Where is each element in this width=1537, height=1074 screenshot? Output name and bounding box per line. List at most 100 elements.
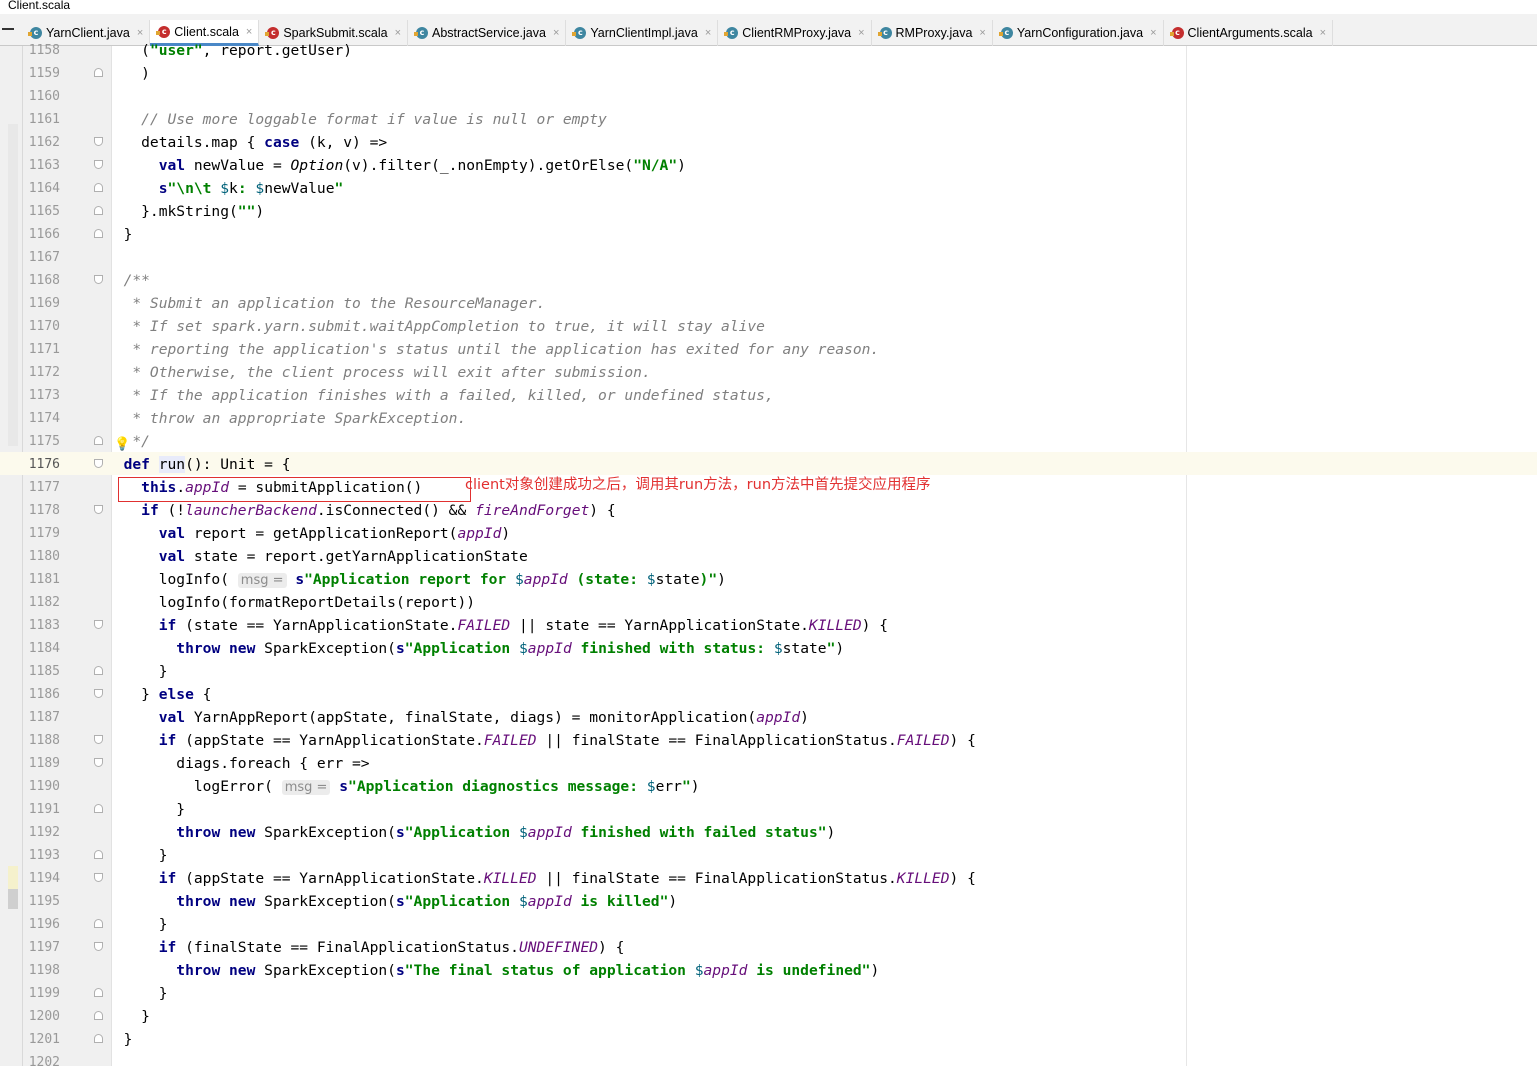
line-number: 1182: [28, 595, 60, 610]
fold-collapse-icon[interactable]: [94, 666, 103, 675]
fold-expand-icon[interactable]: [94, 620, 103, 629]
code-text: }: [106, 916, 168, 933]
code-line[interactable]: 1159 ): [0, 62, 1537, 85]
code-line[interactable]: 1201 }: [0, 1028, 1537, 1051]
code-line[interactable]: 1166 }: [0, 223, 1537, 246]
close-icon[interactable]: ×: [137, 27, 143, 39]
line-number: 1187: [28, 710, 60, 725]
fold-expand-icon[interactable]: [94, 735, 103, 744]
code-editor[interactable]: 1158 ("user", report.getUser) 1159 ) 1160 1…: [0, 39, 1537, 1074]
fold-expand-icon[interactable]: [94, 758, 103, 767]
code-line[interactable]: 1173 * If the application finishes with …: [0, 384, 1537, 407]
code-text: logError( msg = s"Application diagnostic…: [106, 778, 700, 795]
close-icon[interactable]: ×: [858, 27, 864, 39]
code-line[interactable]: 1198 throw new SparkException(s"The fina…: [0, 959, 1537, 982]
code-line[interactable]: 1175 */: [0, 430, 1537, 453]
code-line[interactable]: 1197 if (finalState == FinalApplicationS…: [0, 936, 1537, 959]
code-line[interactable]: 1183 if (state == YarnApplicationState.F…: [0, 614, 1537, 637]
code-line[interactable]: 1169 * Submit an application to the Reso…: [0, 292, 1537, 315]
code-text: diags.foreach { err =>: [106, 755, 370, 772]
line-number: 1161: [28, 112, 60, 127]
fold-collapse-icon[interactable]: [94, 68, 103, 77]
line-number: 1185: [28, 664, 60, 679]
code-line[interactable]: 1181 logInfo( msg = s"Application report…: [0, 568, 1537, 591]
fold-collapse-icon[interactable]: [94, 183, 103, 192]
code-line[interactable]: 1164 s"\n\t $k: $newValue": [0, 177, 1537, 200]
code-line[interactable]: 1170 * If set spark.yarn.submit.waitAppC…: [0, 315, 1537, 338]
fold-expand-icon[interactable]: [94, 160, 103, 169]
code-text: if (state == YarnApplicationState.FAILED…: [158, 617, 888, 634]
code-line[interactable]: 1162 details.map { case (k, v) =>: [0, 131, 1537, 154]
close-icon[interactable]: ×: [395, 27, 401, 39]
close-icon[interactable]: ×: [1150, 27, 1156, 39]
code-line[interactable]: 1187 val YarnAppReport(appState, finalSt…: [0, 706, 1537, 729]
close-icon[interactable]: ×: [979, 27, 985, 39]
code-line[interactable]: 1160: [0, 85, 1537, 108]
code-line[interactable]: 1192 throw new SparkException(s"Applicat…: [0, 821, 1537, 844]
code-line[interactable]: 1167: [0, 246, 1537, 269]
code-line[interactable]: 1185 }: [0, 660, 1537, 683]
close-icon[interactable]: ×: [553, 27, 559, 39]
fold-expand-icon[interactable]: [94, 505, 103, 514]
code-line[interactable]: 1190 logError( msg = s"Application diagn…: [0, 775, 1537, 798]
line-number: 1173: [28, 388, 60, 403]
code-line[interactable]: 1165 }.mkString(""): [0, 200, 1537, 223]
line-number: 1159: [28, 66, 60, 81]
fold-expand-icon[interactable]: [94, 873, 103, 882]
fold-collapse-icon[interactable]: [94, 1034, 103, 1043]
fold-expand-icon[interactable]: [94, 137, 103, 146]
scala-file-icon: c: [156, 25, 171, 38]
line-number: 1191: [28, 802, 60, 817]
code-line[interactable]: 1194 if (appState == YarnApplicationStat…: [0, 867, 1537, 890]
code-line[interactable]: 1184 throw new SparkException(s"Applicat…: [0, 637, 1537, 660]
code-line[interactable]: 1191 }: [0, 798, 1537, 821]
collapse-icon[interactable]: [2, 28, 14, 30]
close-icon[interactable]: ×: [246, 26, 252, 38]
fold-collapse-icon[interactable]: [94, 1011, 103, 1020]
fold-collapse-icon[interactable]: [94, 988, 103, 997]
code-line[interactable]: 1199 }: [0, 982, 1537, 1005]
code-line[interactable]: 1202: [0, 1051, 1537, 1074]
line-number: 1167: [28, 250, 60, 265]
code-line[interactable]: 1163 val newValue = Option(v).filter(_.n…: [0, 154, 1537, 177]
code-line[interactable]: 1180 val state = report.getYarnApplicati…: [0, 545, 1537, 568]
fold-expand-icon[interactable]: [94, 942, 103, 951]
code-line[interactable]: 1179 val report = getApplicationReport(a…: [0, 522, 1537, 545]
close-icon[interactable]: ×: [1320, 27, 1326, 39]
code-line[interactable]: 1189 diags.foreach { err =>: [0, 752, 1537, 775]
line-number: 1188: [28, 733, 60, 748]
fold-expand-icon[interactable]: [94, 275, 103, 284]
fold-collapse-icon[interactable]: [94, 919, 103, 928]
fold-collapse-icon[interactable]: [94, 850, 103, 859]
line-number: 1181: [28, 572, 60, 587]
code-line[interactable]: 1182 logInfo(formatReportDetails(report)…: [0, 591, 1537, 614]
code-line[interactable]: 1193 }: [0, 844, 1537, 867]
code-text: * If the application finishes with a fai…: [123, 387, 774, 404]
code-line[interactable]: 1186 } else {: [0, 683, 1537, 706]
fold-expand-icon[interactable]: [94, 689, 103, 698]
code-line[interactable]: 1161 // Use more loggable format if valu…: [0, 108, 1537, 131]
fold-expand-icon[interactable]: [94, 459, 103, 468]
code-text: if (!launcherBackend.isConnected() && fi…: [141, 502, 616, 519]
window-title: Client.scala: [8, 0, 71, 12]
code-line[interactable]: 1172 * Otherwise, the client process wil…: [0, 361, 1537, 384]
code-line[interactable]: 1195 throw new SparkException(s"Applicat…: [0, 890, 1537, 913]
code-line[interactable]: 1174 * throw an appropriate SparkExcepti…: [0, 407, 1537, 430]
code-line[interactable]: 1178 if (!launcherBackend.isConnected() …: [0, 499, 1537, 522]
code-text: def run(): Unit = {: [123, 456, 291, 473]
lightbulb-icon[interactable]: 💡: [114, 437, 130, 452]
fold-collapse-icon[interactable]: [94, 229, 103, 238]
line-number: 1193: [28, 848, 60, 863]
code-line[interactable]: 1200 }: [0, 1005, 1537, 1028]
code-line[interactable]: 1196 }: [0, 913, 1537, 936]
code-line[interactable]: 1168 /**: [0, 269, 1537, 292]
code-line[interactable]: 1188 if (appState == YarnApplicationStat…: [0, 729, 1537, 752]
code-line[interactable]: 1158 ("user", report.getUser): [0, 39, 1537, 62]
fold-collapse-icon[interactable]: [94, 804, 103, 813]
tab-label: Client.scala: [174, 24, 239, 39]
code-line[interactable]: 1171 * reporting the application's statu…: [0, 338, 1537, 361]
close-icon[interactable]: ×: [705, 27, 711, 39]
fold-collapse-icon[interactable]: [94, 206, 103, 215]
fold-collapse-icon[interactable]: [94, 436, 103, 445]
class-file-icon: c: [28, 27, 42, 39]
